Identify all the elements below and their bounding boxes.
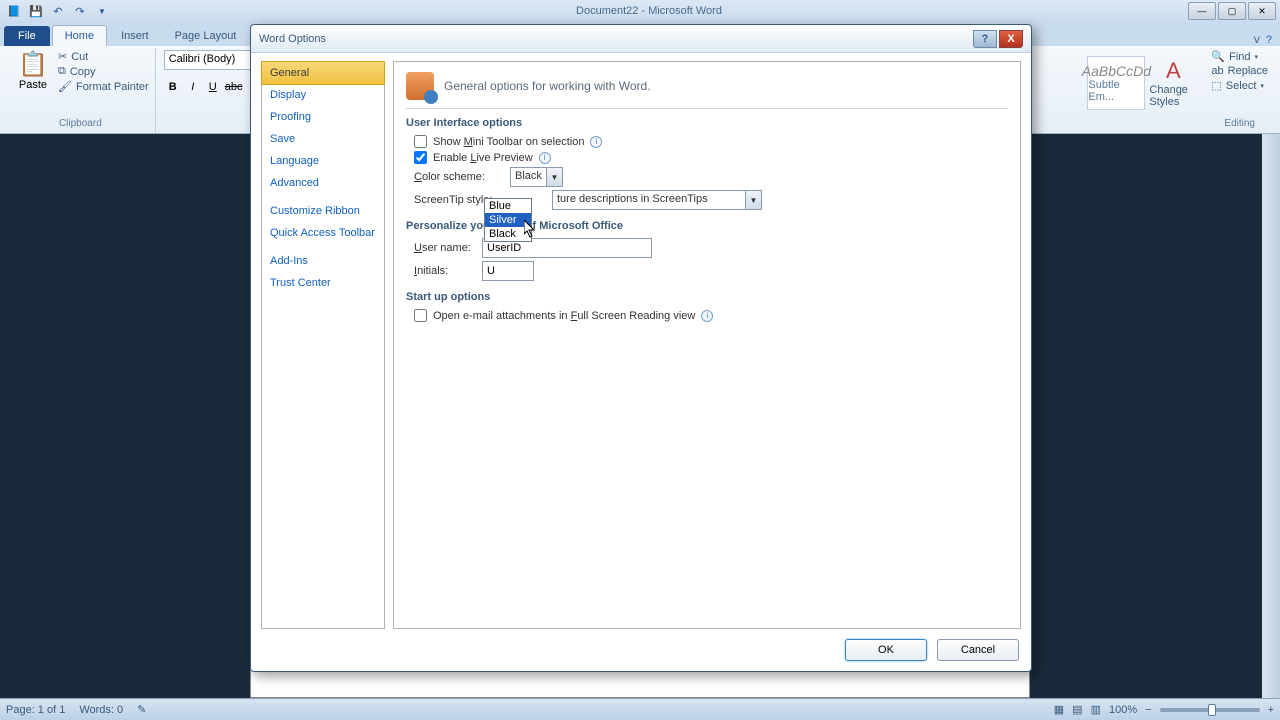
- general-options-icon: [406, 72, 434, 100]
- nav-trust-center[interactable]: Trust Center: [262, 272, 384, 294]
- nav-general[interactable]: General: [261, 61, 385, 85]
- dialog-help-button[interactable]: ?: [973, 30, 997, 48]
- nav-addins[interactable]: Add-Ins: [262, 250, 384, 272]
- mini-toolbar-checkbox[interactable]: [414, 135, 427, 148]
- dialog-title: Word Options: [259, 33, 326, 45]
- chevron-down-icon[interactable]: ▼: [745, 191, 761, 209]
- nav-save[interactable]: Save: [262, 128, 384, 150]
- nav-customize-ribbon[interactable]: Customize Ribbon: [262, 200, 384, 222]
- email-attachments-label: Open e-mail attachments in Full Screen R…: [433, 310, 695, 322]
- email-attachments-checkbox[interactable]: [414, 309, 427, 322]
- username-label: User name:: [414, 242, 476, 254]
- dropdown-item-blue[interactable]: Blue: [485, 199, 531, 213]
- nav-qat[interactable]: Quick Access Toolbar: [262, 222, 384, 244]
- word-options-dialog: Word Options ? X General Display Proofin…: [250, 24, 1032, 672]
- nav-advanced[interactable]: Advanced: [262, 172, 384, 194]
- section-ui-options: User Interface options: [406, 117, 1008, 129]
- ok-button[interactable]: OK: [845, 639, 927, 661]
- screentip-label: ScreenTip style:: [414, 194, 494, 206]
- live-preview-checkbox[interactable]: [414, 151, 427, 164]
- color-scheme-label: Color scheme:: [414, 171, 504, 183]
- color-scheme-dropdown: Blue Silver Black: [484, 198, 532, 242]
- options-nav-list: General Display Proofing Save Language A…: [261, 61, 385, 629]
- info-icon[interactable]: i: [590, 136, 602, 148]
- initials-field[interactable]: [482, 261, 534, 281]
- live-preview-label: Enable Live Preview: [433, 152, 533, 164]
- section-startup: Start up options: [406, 291, 1008, 303]
- nav-language[interactable]: Language: [262, 150, 384, 172]
- dialog-close-button[interactable]: X: [999, 30, 1023, 48]
- content-header-text: General options for working with Word.: [444, 79, 651, 93]
- info-icon[interactable]: i: [701, 310, 713, 322]
- options-content-pane: General options for working with Word. U…: [393, 61, 1021, 629]
- initials-label: Initials:: [414, 265, 476, 277]
- nav-proofing[interactable]: Proofing: [262, 106, 384, 128]
- color-scheme-combo[interactable]: Black ▼: [510, 167, 563, 187]
- cancel-button[interactable]: Cancel: [937, 639, 1019, 661]
- screentip-combo[interactable]: ture descriptions in ScreenTips ▼: [552, 190, 762, 210]
- info-icon[interactable]: i: [539, 152, 551, 164]
- mini-toolbar-label: Show Mini Toolbar on selection: [433, 136, 584, 148]
- chevron-down-icon[interactable]: ▼: [546, 168, 562, 186]
- dropdown-item-black[interactable]: Black: [485, 227, 531, 241]
- dropdown-item-silver[interactable]: Silver: [485, 213, 531, 227]
- nav-display[interactable]: Display: [262, 84, 384, 106]
